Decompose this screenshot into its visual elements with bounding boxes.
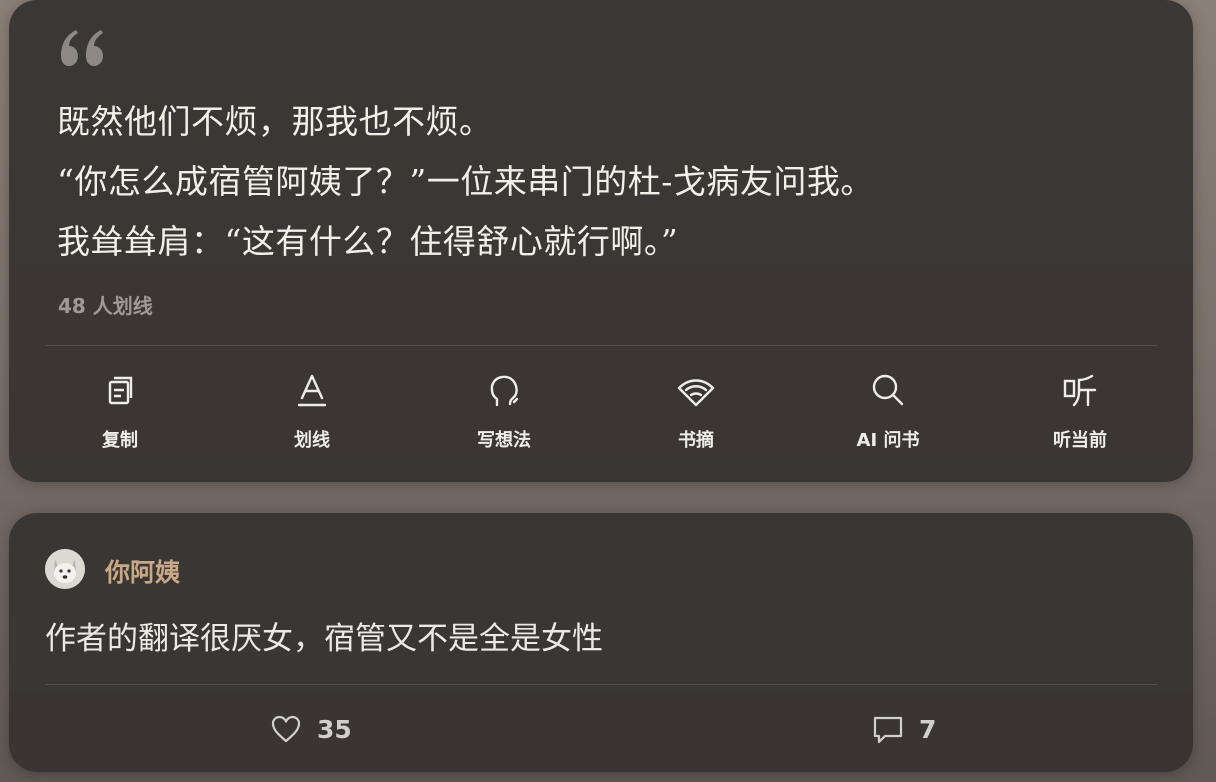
dog-avatar-icon: [45, 549, 85, 589]
excerpt-label: 书摘: [678, 430, 714, 451]
reply-button[interactable]: 7: [871, 709, 936, 749]
action-toolbar: 复制 划线 写想法 书摘 AI 问书 听当前: [9, 370, 1193, 460]
write-thought-label: 写想法: [477, 430, 531, 451]
listen-current-button[interactable]: 听当前: [1020, 370, 1140, 452]
excerpt-icon: [677, 379, 715, 407]
like-button[interactable]: 35: [269, 709, 352, 749]
underline-icon: [297, 374, 327, 407]
quote-card: 既然他们不烦，那我也不烦。 “你怎么成宿管阿姨了？”一位来串门的杜-戈病友问我。…: [9, 0, 1193, 482]
underline-button[interactable]: 划线: [252, 370, 372, 452]
listen-current-label: 听当前: [1053, 430, 1107, 451]
underline-count: 48 人划线: [58, 294, 153, 318]
comment-icon: [873, 716, 903, 744]
reply-count: 7: [919, 714, 937, 744]
divider: [45, 345, 1157, 346]
heart-icon: [271, 715, 301, 743]
divider: [45, 684, 1157, 685]
quote-text: 既然他们不烦，那我也不烦。 “你怎么成宿管阿姨了？”一位来串门的杜-戈病友问我。…: [57, 92, 1157, 272]
quote-line: “你怎么成宿管阿姨了？”一位来串门的杜-戈病友问我。: [57, 162, 874, 201]
quote-mark-icon: [61, 30, 103, 66]
copy-button[interactable]: 复制: [60, 370, 180, 452]
comment-card: 你阿姨 作者的翻译很厌女，宿管又不是全是女性 35 7: [9, 513, 1193, 772]
ai-ask-book-button[interactable]: AI 问书: [828, 370, 948, 452]
thought-icon: [490, 375, 519, 407]
quote-line: 既然他们不烦，那我也不烦。: [57, 102, 493, 141]
quote-line: 我耸耸肩：“这有什么？住得舒心就行啊。”: [57, 222, 679, 261]
copy-icon: [108, 376, 133, 405]
search-icon: [872, 374, 904, 406]
underline-label: 划线: [294, 430, 330, 451]
copy-label: 复制: [102, 430, 138, 451]
comment-text: 作者的翻译很厌女，宿管又不是全是女性: [45, 621, 603, 657]
listen-icon: [1063, 374, 1097, 407]
excerpt-button[interactable]: 书摘: [636, 370, 756, 452]
ai-ask-book-label: AI 问书: [856, 430, 920, 451]
write-thought-button[interactable]: 写想法: [444, 370, 564, 452]
avatar[interactable]: [45, 549, 85, 589]
like-count: 35: [317, 714, 352, 744]
username[interactable]: 你阿姨: [105, 553, 180, 589]
